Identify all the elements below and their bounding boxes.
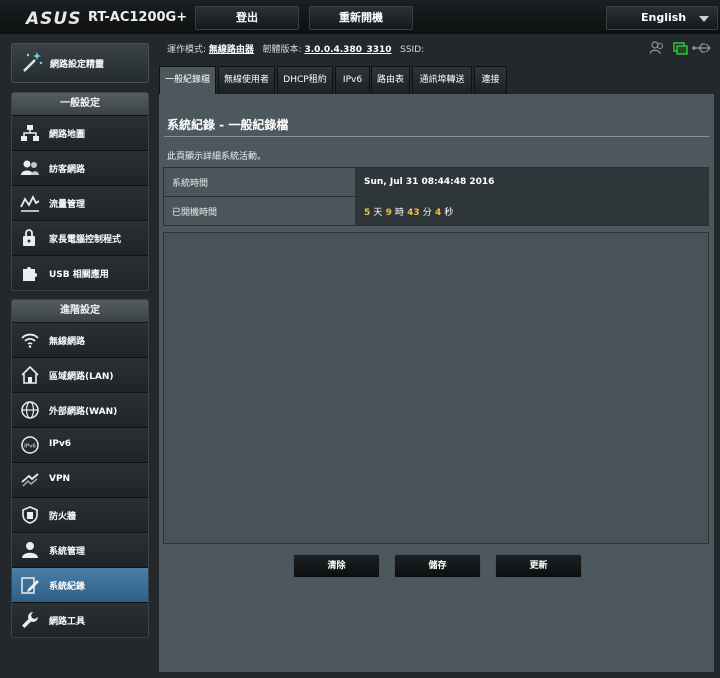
sidebar-item-vpn[interactable]: VPN [12, 462, 148, 497]
globe-icon [21, 401, 39, 419]
status-icons [649, 40, 714, 60]
sidebar-item-label: 外部網路(WAN) [49, 407, 118, 417]
admin-user-icon [22, 542, 38, 558]
sidebar-item-label: 無線網路 [49, 337, 86, 347]
status-line: 運作模式: 無線路由器 韌體版本: 3.0.0.4.380_3310 SSID: [167, 42, 424, 55]
uptime-hours-unit: 時 [394, 207, 404, 218]
sidebar-item-network-tools[interactable]: 網路工具 [12, 602, 148, 637]
sidebar-item-label: 家長電腦控制程式 [49, 235, 122, 245]
sidebar-item-label: 系統管理 [49, 547, 86, 557]
uptime-value: 5 天 9 時 43 分 4 秒 [355, 196, 709, 226]
advanced-settings-heading: 進階設定 [12, 300, 148, 322]
tab-wireless-log[interactable]: 無線使用者 [218, 66, 275, 94]
sidebar-item-traffic-manager[interactable]: 流量管理 [12, 185, 148, 220]
clients-icon[interactable] [649, 41, 663, 55]
top-bar: ASUS RT-AC1200G+ 登出 重新開機 English [0, 0, 720, 34]
sidebar-item-lan[interactable]: 區域網路(LAN) [12, 357, 148, 392]
shield-icon [22, 506, 38, 524]
uptime-seconds: 4 [434, 207, 442, 218]
tab-ipv6[interactable]: IPv6 [335, 66, 370, 94]
sidebar-item-label: 系統紀錄 [49, 582, 86, 592]
sidebar-item-wireless[interactable]: 無線網路 [12, 322, 148, 357]
uptime-days-unit: 天 [373, 207, 383, 218]
operation-mode-label: 運作模式: [167, 45, 207, 55]
ipv6-globe-icon: IPv6 [21, 436, 39, 454]
parental-lock-icon [23, 229, 35, 246]
system-info-table: 系統時間 Sun, Jul 31 08:44:48 2016 已開機時間 5 天… [163, 167, 709, 226]
vpn-icon [21, 473, 39, 487]
tab-port-forwarding[interactable]: 通訊埠轉送 [412, 66, 472, 94]
title-divider [164, 136, 709, 137]
sidebar-item-label: USB 相關應用 [49, 270, 109, 280]
svg-text:IPv6: IPv6 [24, 444, 36, 450]
sidebar-item-label: 網路工具 [49, 617, 86, 627]
puzzle-icon [23, 267, 37, 281]
sidebar-item-ipv6[interactable]: IPv6 IPv6 [12, 427, 148, 462]
guest-users-icon [21, 160, 39, 175]
quick-setup-button[interactable]: 網路設定精靈 [11, 43, 149, 83]
usb-icon[interactable] [692, 43, 711, 53]
router-model: RT-AC1200G+ [88, 10, 188, 25]
sidebar-item-label: VPN [49, 474, 71, 484]
uptime-label: 已開機時間 [163, 196, 356, 226]
ssid-label: SSID: [400, 45, 425, 55]
sidebar-item-label: 區域網路(LAN) [49, 372, 114, 382]
internet-connected-icon[interactable] [673, 42, 688, 55]
sidebar-item-guest-network[interactable]: 訪客網路 [12, 150, 148, 185]
tab-dhcp-leases[interactable]: DHCP租約 [277, 66, 333, 94]
sidebar-item-wan[interactable]: 外部網路(WAN) [12, 392, 148, 427]
table-row: 已開機時間 5 天 9 時 43 分 4 秒 [163, 196, 709, 226]
sidebar-item-label: 流量管理 [49, 200, 86, 210]
firmware-version-link[interactable]: 3.0.0.4.380_3310 [304, 45, 391, 55]
sidebar-item-label: 訪客網路 [49, 165, 86, 175]
operation-mode-link[interactable]: 無線路由器 [209, 45, 254, 55]
uptime-seconds-unit: 秒 [444, 207, 454, 218]
advanced-settings-panel: 進階設定 無線網路 區域網路(LAN) 外部網路(WAN) IPv6 IPv6 [11, 299, 149, 638]
general-settings-panel: 一般設定 網路地圖 訪客網路 流量管理 家長電腦控制程式 USB 相關應用 [11, 92, 149, 291]
sidebar-item-usb-application[interactable]: USB 相關應用 [12, 255, 148, 290]
system-time-value: Sun, Jul 31 08:44:48 2016 [355, 167, 709, 197]
uptime-hours: 9 [385, 207, 392, 218]
language-value: English [641, 11, 687, 24]
uptime-minutes-unit: 分 [422, 207, 432, 218]
wrench-icon [22, 612, 38, 628]
page-title: 系統紀錄 - 一般紀錄檔 [167, 118, 289, 132]
page-description: 此頁顯示詳細系統活動。 [167, 152, 267, 162]
sidebar-item-parental-control[interactable]: 家長電腦控制程式 [12, 220, 148, 255]
sidebar-item-network-map[interactable]: 網路地圖 [12, 115, 148, 150]
sidebar-item-firewall[interactable]: 防火牆 [12, 497, 148, 532]
general-settings-heading: 一般設定 [12, 93, 148, 115]
traffic-chart-icon [20, 194, 40, 212]
chevron-down-icon [699, 16, 709, 22]
sidebar-item-system-log[interactable]: 系統紀錄 [12, 567, 148, 602]
system-time-label: 系統時間 [163, 167, 356, 197]
clear-button[interactable]: 清除 [293, 554, 380, 578]
sidebar-item-administration[interactable]: 系統管理 [12, 532, 148, 567]
log-edit-icon [21, 577, 39, 594]
sidebar-item-label: 防火牆 [49, 512, 77, 522]
wifi-icon [21, 333, 39, 348]
tab-general-log[interactable]: 一般紀錄檔 [159, 66, 216, 94]
log-textarea[interactable] [163, 232, 709, 544]
uptime-minutes: 43 [407, 207, 420, 218]
firmware-label: 韌體版本: [262, 45, 302, 55]
home-icon [21, 365, 39, 384]
network-map-icon [21, 125, 39, 141]
logout-button[interactable]: 登出 [195, 6, 299, 30]
tab-routing-table[interactable]: 路由表 [371, 66, 410, 94]
sidebar-item-label: 網路地圖 [49, 130, 86, 140]
magic-wand-icon [23, 52, 43, 72]
quick-setup-label: 網路設定精靈 [50, 60, 105, 70]
tab-connections[interactable]: 連接 [474, 66, 507, 94]
sidebar-item-label: IPv6 [49, 439, 72, 449]
brand-logo: ASUS [26, 9, 82, 29]
main-content: 系統紀錄 - 一般紀錄檔 此頁顯示詳細系統活動。 系統時間 Sun, Jul 3… [159, 94, 714, 672]
language-select[interactable]: English [606, 6, 718, 30]
table-row: 系統時間 Sun, Jul 31 08:44:48 2016 [163, 167, 709, 197]
reboot-button[interactable]: 重新開機 [309, 6, 413, 30]
uptime-days: 5 [364, 207, 371, 218]
refresh-button[interactable]: 更新 [495, 554, 582, 578]
save-button[interactable]: 儲存 [394, 554, 481, 578]
